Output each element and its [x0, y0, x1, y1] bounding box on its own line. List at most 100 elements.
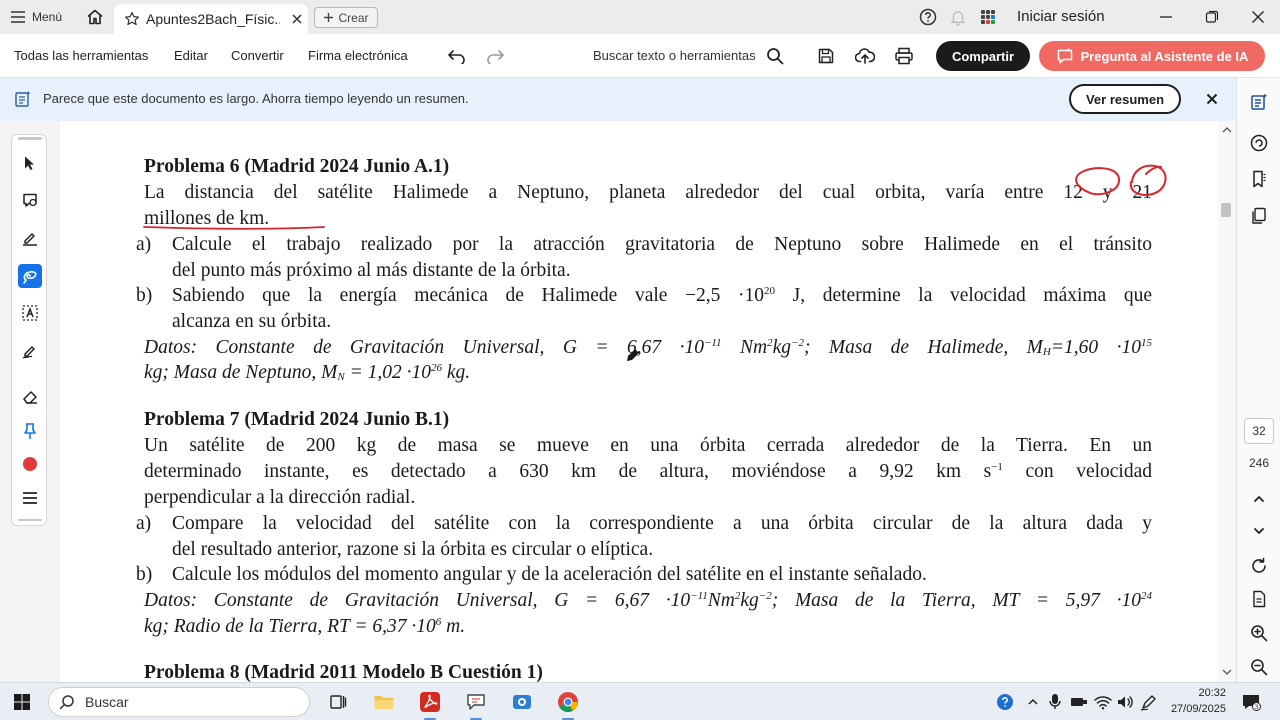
chevron-down-icon[interactable]: [1221, 667, 1233, 677]
text-run: kg.: [441, 362, 471, 383]
summary-banner: Parece que este documento es largo. Ahor…: [0, 78, 1236, 121]
problem-7-part-b: Calcule los módulos del momento angular …: [172, 564, 927, 585]
esign-menu[interactable]: Firma electrónica: [308, 48, 408, 63]
all-tools-menu[interactable]: Todas las herramientas: [14, 48, 148, 63]
chrome-icon[interactable]: [556, 690, 580, 714]
help-icon[interactable]: [918, 7, 938, 27]
problem-6-data: Datos: Constante de Gravitación Universa…: [144, 336, 1152, 360]
text-run: kg: [772, 337, 792, 358]
item-label: a): [136, 513, 152, 534]
bell-icon[interactable]: [948, 7, 968, 27]
wifi-icon[interactable]: [1094, 693, 1112, 711]
task-view-icon[interactable]: [326, 690, 350, 714]
text-run: =1,60 ·10: [1050, 337, 1141, 358]
problem-7-intro-line: determinado instante, es detectado a 630…: [144, 460, 1152, 484]
chevron-down-icon[interactable]: [1248, 520, 1270, 542]
select-cursor-icon[interactable]: [18, 151, 42, 175]
chat-app-icon[interactable]: [464, 690, 488, 714]
usb-drive-icon[interactable]: [1070, 693, 1088, 711]
highlight-pen-icon[interactable]: [18, 226, 42, 250]
chevron-up-icon[interactable]: [1024, 693, 1042, 711]
drag-handle[interactable]: [18, 137, 42, 140]
upload-cloud-icon[interactable]: [854, 45, 876, 67]
convert-menu[interactable]: Convertir: [231, 48, 284, 63]
problem-7-intro-line: Un satélite de 200 kg de masa se mueve e…: [144, 435, 1152, 456]
vertical-scrollbar[interactable]: [1218, 121, 1236, 682]
subscript: H: [1042, 346, 1051, 358]
page-number-input[interactable]: 32: [1244, 418, 1274, 444]
home-icon[interactable]: [84, 6, 106, 28]
search-icon[interactable]: [764, 45, 786, 67]
summary-icon[interactable]: [1248, 91, 1270, 113]
svg-text:3: 3: [1254, 703, 1258, 711]
camera-app-icon[interactable]: [510, 690, 534, 714]
ai-assistant-button[interactable]: Pregunta al Asistente de IA: [1039, 41, 1265, 71]
bookmark-icon[interactable]: [1248, 168, 1270, 190]
right-rail: 32 246: [1236, 78, 1280, 682]
problem-7-part-a: Compare la velocidad del satélite con la…: [172, 513, 1152, 534]
file-icon[interactable]: [1248, 588, 1270, 610]
problem-7-heading: Problema 7 (Madrid 2024 Junio B.1): [144, 409, 450, 430]
folder-icon[interactable]: [372, 690, 396, 714]
pages-icon[interactable]: [1248, 205, 1270, 227]
zoom-out-icon[interactable]: [1248, 656, 1270, 678]
text-run: kg; Radio de la Tierra, RT = 6,37 ·10: [144, 616, 436, 637]
zoom-in-icon[interactable]: [1248, 622, 1270, 644]
eraser-icon[interactable]: [18, 385, 42, 409]
draw-lasso-icon[interactable]: [18, 264, 42, 288]
refresh-icon[interactable]: [1248, 555, 1270, 577]
item-label: a): [136, 234, 152, 255]
exponent: 20: [764, 285, 776, 297]
close-icon[interactable]: [1202, 89, 1222, 109]
apps-grid-icon[interactable]: [978, 7, 998, 27]
problem-6-part-b: alcanza en su órbita.: [172, 311, 332, 332]
star-icon[interactable]: [124, 11, 140, 27]
clock-time[interactable]: 20:32: [1160, 687, 1226, 699]
view-summary-button[interactable]: Ver resumen: [1069, 84, 1181, 114]
problem-8-heading: Problema 8 (Madrid 2011 Modelo B Cuestió…: [144, 662, 543, 682]
share-button[interactable]: Compartir: [936, 41, 1030, 71]
undo-icon[interactable]: [446, 45, 468, 67]
menu-button[interactable]: Menú: [10, 7, 62, 27]
pen-icon[interactable]: [1140, 693, 1158, 711]
text-run: determinado instante, es detectado a 630…: [144, 461, 992, 482]
notification-icon[interactable]: 3: [1240, 692, 1262, 712]
fill-sign-icon[interactable]: [18, 339, 42, 363]
item-label: b): [136, 564, 153, 585]
pdf-app-icon[interactable]: [418, 690, 442, 714]
page-total: 246: [1248, 456, 1270, 470]
pin-icon[interactable]: [18, 419, 42, 443]
main-toolbar: Todas las herramientas Editar Convertir …: [0, 34, 1280, 78]
pdf-page[interactable]: Problema 6 (Madrid 2024 Junio A.1) La di…: [60, 121, 1218, 682]
edit-menu[interactable]: Editar: [174, 48, 208, 63]
create-button[interactable]: Crear: [314, 7, 378, 28]
signin-link[interactable]: Iniciar sesión: [1017, 8, 1105, 25]
microphone-icon[interactable]: [1046, 693, 1064, 711]
help-icon[interactable]: [996, 693, 1014, 711]
search-tools-input[interactable]: Buscar texto o herramientas: [593, 48, 756, 63]
close-icon[interactable]: [286, 8, 308, 30]
taskbar-search-label: Buscar: [85, 694, 129, 710]
record-dot-icon[interactable]: [18, 452, 42, 476]
scroll-thumb[interactable]: [1221, 203, 1231, 217]
comment-icon[interactable]: [18, 188, 42, 212]
close-icon[interactable]: [1247, 6, 1269, 28]
text-select-icon[interactable]: [18, 301, 42, 325]
print-icon[interactable]: [893, 45, 915, 67]
clock-date[interactable]: 27/09/2025: [1160, 703, 1226, 715]
create-label: Crear: [338, 10, 369, 25]
hamburger-icon: [10, 10, 26, 24]
minimize-icon[interactable]: [1155, 6, 1177, 28]
comment-icon[interactable]: [1248, 132, 1270, 154]
menu-lines-icon[interactable]: [18, 486, 42, 510]
title-bar: Menú Apuntes2Bach_Físic... Crear Iniciar…: [0, 0, 1280, 34]
maximize-icon[interactable]: [1201, 6, 1223, 28]
volume-icon[interactable]: [1116, 693, 1134, 711]
document-tab[interactable]: Apuntes2Bach_Físic...: [114, 4, 308, 34]
redo-icon[interactable]: [484, 45, 506, 67]
chevron-up-icon[interactable]: [1221, 125, 1233, 135]
taskbar-search[interactable]: Buscar: [48, 687, 310, 717]
save-icon[interactable]: [815, 45, 837, 67]
windows-start-icon[interactable]: [12, 692, 32, 712]
chevron-up-icon[interactable]: [1248, 488, 1270, 510]
